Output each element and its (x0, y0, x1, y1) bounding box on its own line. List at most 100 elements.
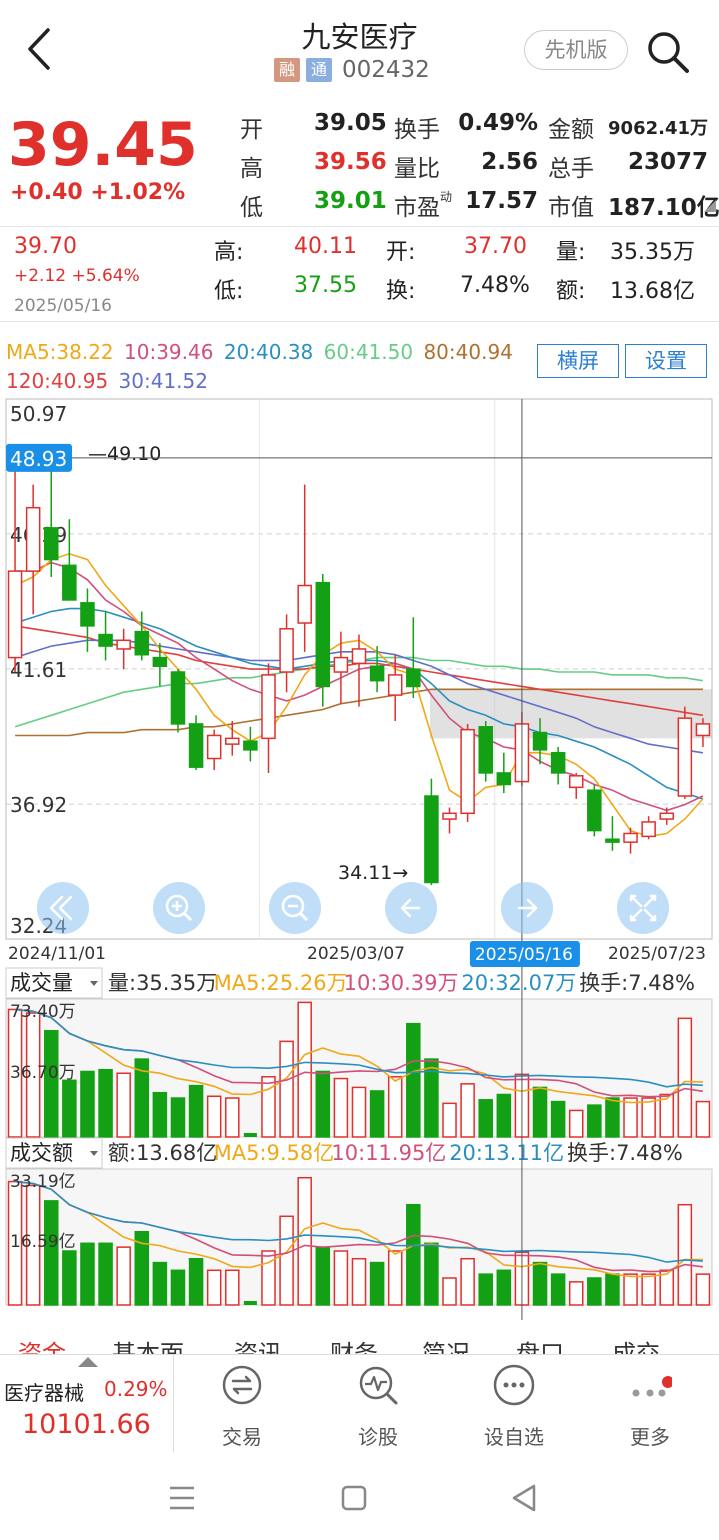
candle-body (7, 570, 23, 659)
tab-trades[interactable]: 成交 (612, 1334, 660, 1354)
sector-index-value: 10101.66 (22, 1409, 151, 1440)
candlestick-chart: 50.9746.2941.6136.9232.24—49.1034.11→202… (5, 398, 713, 964)
volume-bar (677, 1017, 693, 1138)
amount-bar (333, 1250, 349, 1306)
system-nav-bar (0, 1452, 719, 1540)
amount-bar (641, 1273, 656, 1306)
zoom-in-icon[interactable] (153, 882, 205, 934)
amount-bar (315, 1246, 331, 1306)
tab-financials[interactable]: 财务 (330, 1334, 378, 1354)
stock-charts[interactable]: 50.9746.2941.6136.9232.24—49.1034.11→202… (0, 395, 719, 1320)
chart-settings-button[interactable]: 设置 (625, 344, 707, 378)
nav-diagnose[interactable]: 诊股 (310, 1355, 446, 1453)
landscape-button[interactable]: 横屏 (537, 344, 619, 378)
open-label: 开 (240, 117, 263, 143)
candle-body (478, 726, 493, 774)
tab-news[interactable]: 资讯 (234, 1334, 282, 1354)
amount-bar (369, 1261, 385, 1306)
nav-more-label: 更多 (630, 1425, 670, 1449)
more-icon (632, 1376, 672, 1397)
nav-more[interactable]: 更多 (582, 1355, 718, 1453)
amount-bar (406, 1203, 421, 1306)
zoom-out-icon[interactable] (269, 882, 321, 934)
total-volume-label: 总手 (548, 156, 594, 182)
back-nav-icon[interactable] (506, 1480, 546, 1516)
amount-bar (297, 1176, 312, 1306)
volume-legend-item: 量:35.35万 (108, 971, 217, 995)
quote-row-2: 高 39.56 量比 2.56 总手 23077 (240, 149, 715, 185)
tab-profile[interactable]: 简况 (422, 1334, 470, 1354)
scroll-right-icon[interactable] (501, 882, 553, 934)
quote-row-3: 低 39.01 市盈动 17.57 市值 187.10亿 (240, 188, 719, 224)
pe-label: 市盈动 (394, 190, 453, 221)
candle-body (659, 812, 675, 820)
candle-body (424, 795, 439, 884)
selected-day-date: 2025/05/16 (14, 296, 112, 316)
day-turnover-label: 换: (386, 279, 416, 304)
volume-legend-item: 20:32.07万 (461, 971, 576, 995)
volume-bar (170, 1097, 186, 1138)
amount-bar (677, 1203, 693, 1306)
expand-up-icon[interactable] (78, 1357, 98, 1367)
nav-add-watchlist[interactable]: 设自选 (446, 1355, 582, 1453)
pro-version-button[interactable]: 先机版 (524, 30, 628, 70)
amount-bar (116, 1246, 131, 1306)
volume-axis-label: 73.40万 (10, 1002, 76, 1022)
nav-trade[interactable]: 交易 (174, 1355, 310, 1453)
volume-bar (406, 1022, 421, 1138)
candle-body (225, 737, 240, 745)
amount-bar (460, 1257, 475, 1306)
market-cap-value: 187.10亿 (608, 195, 719, 221)
tab-order-book[interactable]: 盘口 (516, 1334, 564, 1354)
scroll-left-icon[interactable] (385, 882, 437, 934)
candle-body (532, 731, 548, 751)
day-volume-value: 35.35万 (610, 240, 695, 265)
open-value: 39.05 (314, 110, 387, 136)
volume-axis-label: 36.70万 (10, 1063, 76, 1083)
amount-legend-item: 换手:7.48% (567, 1141, 683, 1165)
volume-legend-item: 换手:7.48% (579, 971, 695, 995)
turnover-label: 换手 (394, 117, 440, 143)
sector-index-card[interactable]: 医疗器械 0.29% 10101.66 (0, 1355, 174, 1453)
low-label: 低 (240, 195, 263, 221)
search-icon[interactable] (644, 28, 692, 76)
candle-body (62, 564, 77, 601)
volume-bar (568, 1109, 584, 1138)
fullscreen-icon[interactable] (617, 882, 669, 934)
volume-legend-item: 10:30.39万 (344, 971, 459, 995)
candle-body (369, 665, 385, 682)
day-high-value: 40.11 (294, 234, 357, 259)
date-axis-label: 2025/03/07 (307, 944, 405, 964)
volume-bar (369, 1090, 385, 1138)
candle-body (261, 674, 276, 740)
volume-bar (460, 1083, 475, 1138)
stock-connect-badge: 通 (306, 58, 332, 82)
tab-fundamentals[interactable]: 基本面 (112, 1334, 184, 1354)
amount-bar (605, 1273, 620, 1306)
amount-bar (62, 1250, 77, 1306)
candle-body (98, 633, 113, 647)
candle-body (496, 772, 512, 786)
diagnose-icon (359, 1366, 398, 1405)
amount-bar (532, 1261, 548, 1306)
high-value: 39.56 (314, 149, 387, 175)
candle-body (568, 775, 584, 789)
tab-funds[interactable]: 资金 (18, 1334, 66, 1354)
amount-bar (387, 1250, 403, 1306)
volume-bar (297, 1001, 312, 1138)
amount-bar (424, 1242, 439, 1306)
amount-bar (568, 1281, 584, 1306)
scroll-left-far-icon[interactable] (37, 882, 89, 934)
nav-diagnose-label: 诊股 (358, 1425, 398, 1449)
turnover-value: 0.49% (458, 110, 538, 136)
volume-legend-item: MA5:25.26万 (214, 971, 348, 995)
home-icon[interactable] (334, 1480, 374, 1516)
price-axis-label: 50.97 (10, 402, 67, 426)
expand-corner-icon[interactable] (704, 200, 716, 212)
day-amount-value: 13.68亿 (610, 279, 695, 304)
menu-icon[interactable] (162, 1480, 202, 1516)
total-volume-value: 23077 (627, 149, 708, 175)
ma60-legend: 60:41.50 (323, 340, 414, 364)
volume-bar (98, 1068, 113, 1138)
volume-bar (43, 1029, 59, 1138)
